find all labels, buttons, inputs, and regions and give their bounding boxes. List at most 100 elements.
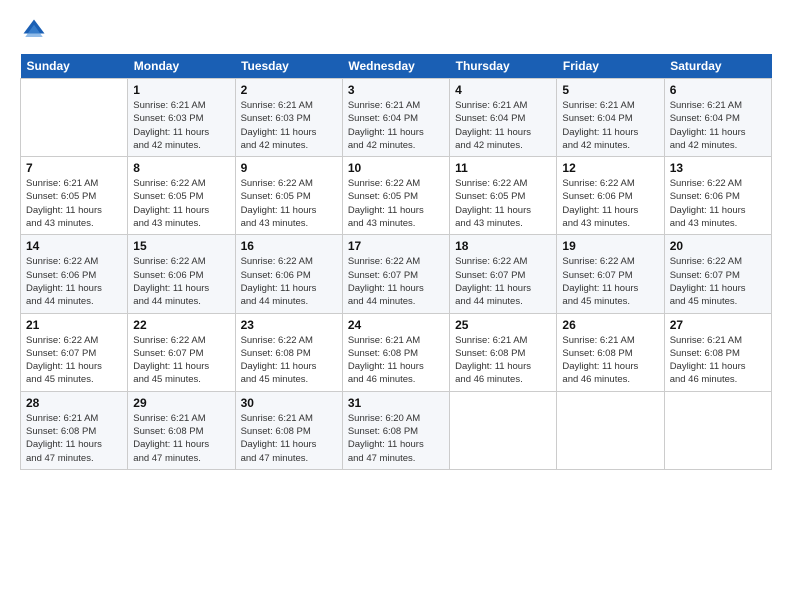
calendar-cell [664,391,771,469]
calendar-cell: 24 Sunrise: 6:21 AM Sunset: 6:08 PM Dayli… [342,313,449,391]
cell-info: Sunrise: 6:21 AM Sunset: 6:08 PM Dayligh… [26,412,122,465]
calendar-cell [21,79,128,157]
calendar-cell: 27Sunrise: 6:21 AM Sunset: 6:08 PM Dayli… [664,313,771,391]
day-number: 3 [348,83,444,97]
cell-info: Sunrise: 6:21 AM Sunset: 6:08 PM Dayligh… [562,334,658,387]
day-number: 20 [670,239,766,253]
logo-icon [20,16,48,44]
day-number: 19 [562,239,658,253]
cell-info: Sunrise: 6:21 AM Sunset: 6:04 PM Dayligh… [562,99,658,152]
header-day: Sunday [21,54,128,79]
header-day: Thursday [450,54,557,79]
calendar-cell [450,391,557,469]
calendar-cell: 29 Sunrise: 6:21 AM Sunset: 6:08 PM Dayli… [128,391,235,469]
cell-info: Sunrise: 6:22 AM Sunset: 6:07 PM Dayligh… [348,255,444,308]
calendar-cell: 14Sunrise: 6:22 AM Sunset: 6:06 PM Dayli… [21,235,128,313]
calendar-cell: 1Sunrise: 6:21 AM Sunset: 6:03 PM Daylig… [128,79,235,157]
cell-info: Sunrise: 6:22 AM Sunset: 6:07 PM Dayligh… [562,255,658,308]
header-day: Saturday [664,54,771,79]
cell-info: Sunrise: 6:22 AM Sunset: 6:05 PM Dayligh… [133,177,229,230]
calendar-cell: 2 Sunrise: 6:21 AM Sunset: 6:03 PM Daylig… [235,79,342,157]
calendar-cell: 18 Sunrise: 6:22 AM Sunset: 6:07 PM Dayli… [450,235,557,313]
day-number: 11 [455,161,551,175]
cell-info: Sunrise: 6:22 AM Sunset: 6:06 PM Dayligh… [241,255,337,308]
header-row: SundayMondayTuesdayWednesdayThursdayFrid… [21,54,772,79]
calendar-table: SundayMondayTuesdayWednesdayThursdayFrid… [20,54,772,470]
calendar-cell: 26 Sunrise: 6:21 AM Sunset: 6:08 PM Dayli… [557,313,664,391]
cell-info: Sunrise: 6:22 AM Sunset: 6:06 PM Dayligh… [562,177,658,230]
cell-info: Sunrise: 6:22 AM Sunset: 6:06 PM Dayligh… [133,255,229,308]
calendar-cell: 30 Sunrise: 6:21 AM Sunset: 6:08 PM Dayli… [235,391,342,469]
header-day: Monday [128,54,235,79]
calendar-row: 7 Sunrise: 6:21 AM Sunset: 6:05 PM Daylig… [21,157,772,235]
day-number: 30 [241,396,337,410]
cell-info: Sunrise: 6:22 AM Sunset: 6:07 PM Dayligh… [26,334,122,387]
day-number: 18 [455,239,551,253]
day-number: 9 [241,161,337,175]
calendar-cell: 11 Sunrise: 6:22 AM Sunset: 6:05 PM Dayli… [450,157,557,235]
cell-info: Sunrise: 6:22 AM Sunset: 6:06 PM Dayligh… [670,177,766,230]
calendar-cell: 3 Sunrise: 6:21 AM Sunset: 6:04 PM Daylig… [342,79,449,157]
calendar-cell: 12 Sunrise: 6:22 AM Sunset: 6:06 PM Dayli… [557,157,664,235]
calendar-cell: 22 Sunrise: 6:22 AM Sunset: 6:07 PM Dayli… [128,313,235,391]
calendar-cell: 9Sunrise: 6:22 AM Sunset: 6:05 PM Daylig… [235,157,342,235]
cell-info: Sunrise: 6:22 AM Sunset: 6:07 PM Dayligh… [455,255,551,308]
calendar-row: 21 Sunrise: 6:22 AM Sunset: 6:07 PM Dayli… [21,313,772,391]
day-number: 22 [133,318,229,332]
logo [20,16,52,44]
day-number: 7 [26,161,122,175]
cell-info: Sunrise: 6:21 AM Sunset: 6:03 PM Dayligh… [241,99,337,152]
calendar-cell: 5Sunrise: 6:21 AM Sunset: 6:04 PM Daylig… [557,79,664,157]
calendar-cell: 16 Sunrise: 6:22 AM Sunset: 6:06 PM Dayli… [235,235,342,313]
cell-info: Sunrise: 6:21 AM Sunset: 6:05 PM Dayligh… [26,177,122,230]
cell-info: Sunrise: 6:22 AM Sunset: 6:05 PM Dayligh… [455,177,551,230]
cell-info: Sunrise: 6:21 AM Sunset: 6:08 PM Dayligh… [670,334,766,387]
calendar-cell: 7 Sunrise: 6:21 AM Sunset: 6:05 PM Daylig… [21,157,128,235]
day-number: 17 [348,239,444,253]
calendar-cell: 21 Sunrise: 6:22 AM Sunset: 6:07 PM Dayli… [21,313,128,391]
day-number: 26 [562,318,658,332]
calendar-cell: 4 Sunrise: 6:21 AM Sunset: 6:04 PM Daylig… [450,79,557,157]
day-number: 15 [133,239,229,253]
cell-info: Sunrise: 6:22 AM Sunset: 6:08 PM Dayligh… [241,334,337,387]
calendar-cell: 10Sunrise: 6:22 AM Sunset: 6:05 PM Dayli… [342,157,449,235]
calendar-cell: 17 Sunrise: 6:22 AM Sunset: 6:07 PM Dayli… [342,235,449,313]
day-number: 31 [348,396,444,410]
cell-info: Sunrise: 6:22 AM Sunset: 6:05 PM Dayligh… [348,177,444,230]
cell-info: Sunrise: 6:21 AM Sunset: 6:04 PM Dayligh… [670,99,766,152]
calendar-row: 14 Sunrise: 6:22 AM Sunset: 6:06 PM Dayli… [21,235,772,313]
day-number: 14 [26,239,122,253]
calendar-row: 1Sunrise: 6:21 AM Sunset: 6:03 PM Daylig… [21,79,772,157]
calendar-cell: 23Sunrise: 6:22 AM Sunset: 6:08 PM Dayli… [235,313,342,391]
calendar-cell [557,391,664,469]
day-number: 21 [26,318,122,332]
day-number: 24 [348,318,444,332]
header-day: Tuesday [235,54,342,79]
day-number: 28 [26,396,122,410]
day-number: 2 [241,83,337,97]
day-number: 12 [562,161,658,175]
cell-info: Sunrise: 6:21 AM Sunset: 6:08 PM Dayligh… [241,412,337,465]
calendar-cell: 6 Sunrise: 6:21 AM Sunset: 6:04 PM Daylig… [664,79,771,157]
cell-info: Sunrise: 6:21 AM Sunset: 6:03 PM Dayligh… [133,99,229,152]
calendar-cell: 25Sunrise: 6:21 AM Sunset: 6:08 PM Dayli… [450,313,557,391]
day-number: 29 [133,396,229,410]
calendar-cell: 13Sunrise: 6:22 AM Sunset: 6:06 PM Dayli… [664,157,771,235]
cell-info: Sunrise: 6:21 AM Sunset: 6:08 PM Dayligh… [133,412,229,465]
day-number: 16 [241,239,337,253]
calendar-cell: 15 Sunrise: 6:22 AM Sunset: 6:06 PM Dayli… [128,235,235,313]
day-number: 25 [455,318,551,332]
calendar-cell: 28 Sunrise: 6:21 AM Sunset: 6:08 PM Dayli… [21,391,128,469]
page: SundayMondayTuesdayWednesdayThursdayFrid… [0,0,792,612]
header-day: Friday [557,54,664,79]
day-number: 4 [455,83,551,97]
day-number: 6 [670,83,766,97]
cell-info: Sunrise: 6:22 AM Sunset: 6:07 PM Dayligh… [133,334,229,387]
header-day: Wednesday [342,54,449,79]
cell-info: Sunrise: 6:22 AM Sunset: 6:07 PM Dayligh… [670,255,766,308]
calendar-row: 28 Sunrise: 6:21 AM Sunset: 6:08 PM Dayli… [21,391,772,469]
cell-info: Sunrise: 6:21 AM Sunset: 6:08 PM Dayligh… [348,334,444,387]
cell-info: Sunrise: 6:21 AM Sunset: 6:04 PM Dayligh… [348,99,444,152]
cell-info: Sunrise: 6:21 AM Sunset: 6:04 PM Dayligh… [455,99,551,152]
header [20,16,772,44]
